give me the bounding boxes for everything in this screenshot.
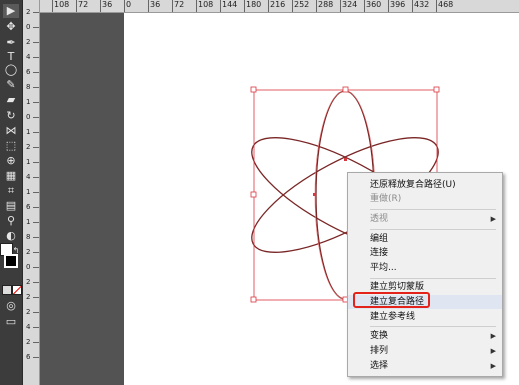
menu-item-make-guides[interactable]: 建立参考线 xyxy=(348,310,502,324)
resize-handle xyxy=(342,86,349,93)
menu-item-average[interactable]: 平均... xyxy=(348,261,502,275)
anchor-point xyxy=(344,158,347,161)
menu-item-label: 重做(R) xyxy=(370,194,402,204)
menu-item-undo-release-compound-path[interactable]: 还原释放复合路径(U) xyxy=(348,178,502,192)
submenu-arrow-icon: ▶ xyxy=(490,215,496,223)
menu-item-join[interactable]: 连接 xyxy=(348,246,502,260)
menu-item-select[interactable]: 选择 ▶ xyxy=(348,359,502,373)
menu-item-label: 连接 xyxy=(370,248,389,258)
menu-item-label: 排列 xyxy=(370,346,389,356)
menu-item-perspective[interactable]: 透视 ▶ xyxy=(348,212,502,226)
anchor-point xyxy=(313,193,316,196)
menu-item-label: 变换 xyxy=(370,331,389,341)
submenu-arrow-icon: ▶ xyxy=(490,347,496,355)
menu-separator xyxy=(370,326,496,327)
menu-item-arrange[interactable]: 排列 ▶ xyxy=(348,344,502,358)
context-menu: 还原释放复合路径(U) 重做(R) 透视 ▶ 编组 连接 平均... 建立剪切蒙… xyxy=(347,172,503,377)
submenu-arrow-icon: ▶ xyxy=(490,362,496,370)
resize-handle xyxy=(250,191,257,198)
menu-separator xyxy=(370,229,496,230)
submenu-arrow-icon: ▶ xyxy=(490,332,496,340)
resize-handle xyxy=(433,86,440,93)
menu-item-label: 建立参考线 xyxy=(370,312,416,322)
menu-item-redo[interactable]: 重做(R) xyxy=(348,192,502,206)
menu-item-group[interactable]: 编组 xyxy=(348,232,502,246)
menu-item-label: 还原释放复合路径(U) xyxy=(370,180,456,190)
resize-handle xyxy=(250,296,257,303)
menu-item-transform[interactable]: 变换 ▶ xyxy=(348,329,502,343)
menu-item-label: 平均... xyxy=(370,263,397,273)
menu-item-label: 编组 xyxy=(370,234,389,244)
annotation-highlight-box xyxy=(353,292,430,308)
resize-handle xyxy=(250,86,257,93)
menu-separator xyxy=(370,209,496,210)
menu-item-label: 选择 xyxy=(370,361,389,371)
menu-separator xyxy=(370,278,496,279)
menu-item-label: 透视 xyxy=(370,214,389,224)
